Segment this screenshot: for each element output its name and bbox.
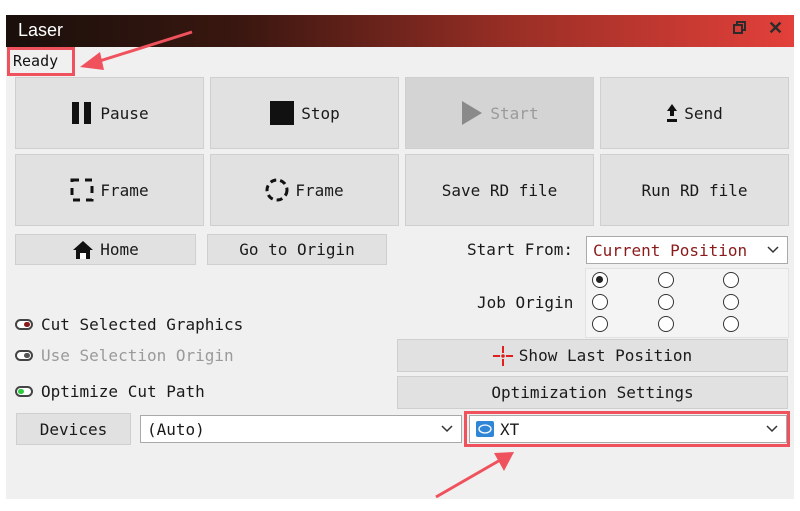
crosshair-icon [492,345,513,366]
window-title: Laser [18,20,64,40]
job-origin-bottom-left[interactable] [592,316,608,332]
chevron-down-icon [441,425,453,433]
pause-icon [70,100,94,126]
job-origin-grid [585,268,789,338]
port-select[interactable]: (Auto) [140,415,462,443]
run-rd-file-button[interactable]: Run RD file [600,154,789,226]
port-select-value: (Auto) [147,419,205,439]
play-icon [460,100,484,126]
home-label: Home [100,240,139,259]
home-icon [72,240,94,260]
annotation-arrow-top [80,30,193,70]
frame-circle-icon [265,178,289,202]
frame-rect-icon [70,178,94,202]
cut-selected-graphics-toggle[interactable]: Cut Selected Graphics [15,315,243,334]
use-selection-origin-label: Use Selection Origin [41,346,234,365]
job-origin-bottom-center[interactable] [658,316,674,332]
stop-button[interactable]: Stop [210,77,399,149]
toggle-icon [15,319,33,330]
job-origin-top-left[interactable] [592,272,608,288]
show-last-position-button[interactable]: Show Last Position [397,339,788,372]
start-from-label: Start From: [467,240,573,259]
start-from-select[interactable]: Current Position [586,236,788,264]
job-origin-bottom-right[interactable] [723,316,739,332]
job-origin-middle-right[interactable] [723,294,739,310]
start-button[interactable]: Start [405,77,594,149]
show-last-position-label: Show Last Position [518,346,693,365]
job-origin-middle-left[interactable] [592,294,608,310]
start-from-value: Current Position [593,240,748,260]
devices-button[interactable]: Devices [16,413,131,445]
pause-button[interactable]: Pause [15,77,204,149]
upload-arrow-icon [666,103,678,123]
frame-circle-label: Frame [295,180,344,200]
frame-rect-label: Frame [100,180,149,200]
optimize-cut-path-label: Optimize Cut Path [41,382,205,401]
job-origin-middle-center[interactable] [658,294,674,310]
stop-icon [269,100,295,126]
job-origin-label: Job Origin [477,293,574,312]
home-button[interactable]: Home [15,234,196,265]
annotation-arrow-bottom [435,452,514,499]
job-origin-top-center[interactable] [658,272,674,288]
use-selection-origin-toggle[interactable]: Use Selection Origin [15,346,234,365]
save-rd-file-button[interactable]: Save RD file [405,154,594,226]
optimize-cut-path-toggle[interactable]: Optimize Cut Path [15,382,205,401]
chevron-down-icon [767,246,779,254]
job-origin-top-right[interactable] [723,272,739,288]
close-icon[interactable]: ✕ [768,18,783,39]
optimization-settings-button[interactable]: Optimization Settings [397,376,788,409]
start-label: Start [490,103,539,123]
send-button[interactable]: Send [600,77,789,149]
stop-label: Stop [301,103,340,123]
status-highlight-box [7,47,75,76]
send-label: Send [684,103,723,123]
cut-selected-graphics-label: Cut Selected Graphics [41,315,244,334]
toggle-icon [15,386,33,397]
pause-label: Pause [100,103,149,123]
toggle-icon [15,350,33,361]
frame-rect-button[interactable]: Frame [15,154,204,226]
device-highlight-box [464,411,790,447]
restore-window-icon[interactable] [733,21,747,40]
frame-circle-button[interactable]: Frame [210,154,399,226]
go-to-origin-button[interactable]: Go to Origin [207,234,387,265]
